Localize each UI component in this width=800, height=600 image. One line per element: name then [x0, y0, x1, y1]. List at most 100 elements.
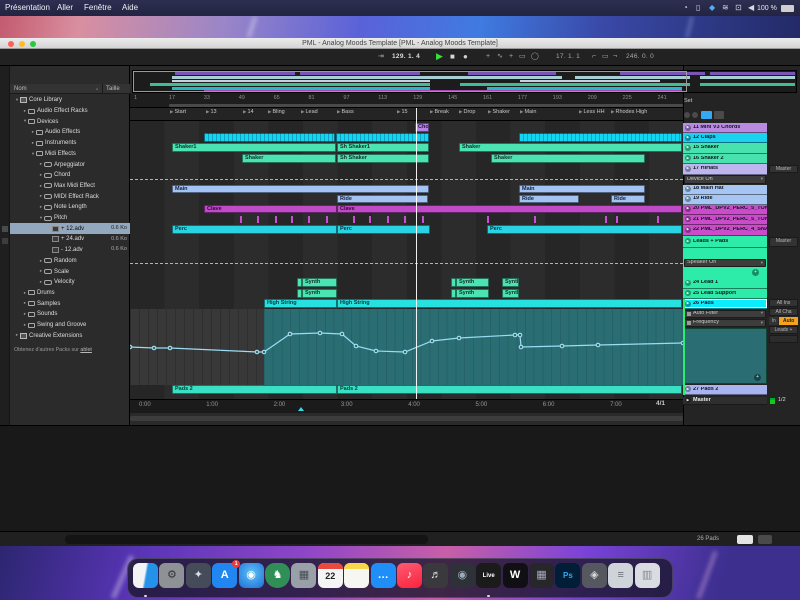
clip-item[interactable]: [204, 133, 335, 142]
arrangement-position[interactable]: 129. 1. 4: [392, 54, 420, 61]
device-chooser-speaker-on[interactable]: Speaker On▾: [684, 259, 766, 268]
locator-bass[interactable]: ▶Bass: [337, 110, 354, 116]
track-activator-icon[interactable]: ▶: [685, 280, 691, 286]
dock-icon-ableton-live[interactable]: Live: [476, 563, 501, 588]
dock-icon-trash[interactable]: ▥: [635, 563, 660, 588]
browser-bookmark-icon[interactable]: [2, 226, 8, 232]
track-activator-icon[interactable]: ▶: [685, 125, 691, 131]
perc-hit-clip[interactable]: [257, 216, 259, 223]
clip-pads-2[interactable]: Pads 2: [337, 385, 682, 394]
perc-hit-clip[interactable]: [487, 216, 489, 223]
clip-ride[interactable]: Ride: [519, 195, 579, 204]
browser-item-swing-and-groove[interactable]: ▸Swing and Groove: [10, 320, 130, 331]
track-activator-icon[interactable]: ▶: [685, 196, 691, 202]
midi-keyboard-indicator[interactable]: [737, 535, 753, 544]
locator-main[interactable]: ▶Main: [520, 110, 536, 116]
track-header-24-lead-1[interactable]: ▶24 Lead 1: [683, 278, 767, 289]
device-on-automation-line[interactable]: [130, 179, 683, 180]
clip-synth[interactable]: Synth: [302, 278, 337, 287]
time-signature[interactable]: 4/1: [656, 401, 665, 408]
browser-tag-icon[interactable]: [2, 238, 8, 244]
track-activator-icon[interactable]: ▶: [685, 238, 691, 244]
track-activator-icon[interactable]: ▶: [685, 227, 691, 233]
airplay-icon[interactable]: ⊡: [735, 4, 742, 12]
clip-main[interactable]: Main: [172, 185, 429, 194]
record-button[interactable]: ●: [463, 53, 468, 61]
browser-item-instruments[interactable]: ▸Instruments: [10, 138, 130, 149]
track-header-11-mini-v3-chords[interactable]: ▶11 Mini V3 Chords: [683, 123, 767, 133]
clip-synth[interactable]: Synth: [502, 289, 519, 298]
browser-item-arpeggiator[interactable]: ▸Arpeggiator: [10, 159, 130, 170]
locator-shaker[interactable]: ▶Shaker: [488, 110, 510, 116]
track-header-19-ride[interactable]: ▶19 Ride: [683, 195, 767, 205]
midi-arrangement-overdub-icon[interactable]: ∿: [497, 53, 503, 60]
browser-item-velocity[interactable]: ▸Velocity: [10, 277, 130, 288]
locator-rhodes-high[interactable]: ▶Rhodes High: [611, 110, 647, 116]
browser-footer-link[interactable]: ablet: [80, 347, 92, 353]
perc-hit-clip[interactable]: [534, 216, 536, 223]
volume-icon[interactable]: ◀: [748, 4, 754, 12]
display-icon[interactable]: ▯: [696, 4, 700, 12]
track-activator-icon[interactable]: ▶: [685, 206, 691, 212]
track-activator-icon[interactable]: ▶: [685, 386, 691, 392]
dock-icon-plugin[interactable]: ◈: [582, 563, 607, 588]
horizontal-scrollbar[interactable]: [130, 416, 683, 421]
loop-brace[interactable]: [169, 104, 683, 107]
dock-icon-waves[interactable]: W: [503, 563, 528, 588]
clip-shaker[interactable]: Shaker: [491, 154, 645, 163]
clip-pads-2[interactable]: Pads 2: [172, 385, 337, 394]
browser-item-midi-effects[interactable]: ▾Midi Effects: [10, 149, 130, 160]
track-header-leads-pads[interactable]: ▶Leads + Pads: [683, 236, 767, 249]
track-header-22-pml-dpv2-perc-4-snap-00[interactable]: ▶22 PML_DPV2_PERC_4_SNAP_00: [683, 225, 767, 236]
clip-synth[interactable]: Synth: [302, 289, 337, 298]
output-routing-master[interactable]: Master: [769, 165, 798, 173]
clip-shaker[interactable]: Shaker: [242, 154, 336, 163]
insert-marker-icon[interactable]: [298, 407, 304, 411]
locator-14[interactable]: ▶14: [243, 110, 254, 116]
track-header-21-pml-dpv2-perc-5-tonal[interactable]: ▶21 PML_DPV2_PERC_5_TONAL_: [683, 215, 767, 226]
browser-item-sounds[interactable]: ▸Sounds: [10, 309, 130, 320]
perc-hit-clip[interactable]: [326, 216, 328, 223]
browser-item-24-adv[interactable]: + 24.adv0.6 Ko: [10, 234, 130, 245]
speaker-on-automation-line[interactable]: [130, 263, 683, 264]
clip-ride[interactable]: Ride: [337, 195, 428, 204]
clip-synth[interactable]: Synth: [456, 289, 489, 298]
device-chooser-device-on[interactable]: Device On▾: [684, 175, 766, 184]
track-header-16-shaker-2[interactable]: ▶16 Shaker 2: [683, 154, 767, 165]
header-return-toggle-icon[interactable]: [692, 112, 698, 118]
locator-start[interactable]: ▶Start: [170, 110, 186, 116]
dock-icon-photoshop[interactable]: Ps: [555, 563, 580, 588]
playhead[interactable]: [416, 108, 417, 399]
browser-item-chord[interactable]: ▸Chord: [10, 170, 130, 181]
header-io-toggle-icon[interactable]: [684, 112, 690, 118]
dock-icon-folder-documents[interactable]: ≡: [608, 563, 633, 588]
dock-icon-messages[interactable]: …: [371, 563, 396, 588]
clip-chor[interactable]: Chor: [415, 123, 429, 132]
clip-perc[interactable]: Perc: [487, 225, 682, 234]
track-activator-icon[interactable]: ▶: [685, 155, 691, 161]
sort-icon[interactable]: ▵: [96, 87, 98, 92]
add-automation-lane-button[interactable]: +: [752, 269, 759, 276]
follow-icon[interactable]: ⇥: [378, 53, 384, 60]
overview-viewport[interactable]: [133, 71, 687, 93]
output-routing-chooser[interactable]: Leads +: [769, 326, 798, 334]
browser-size-column[interactable]: Taille: [106, 86, 120, 92]
locator-13[interactable]: ▶13: [206, 110, 217, 116]
perc-hit-clip[interactable]: [404, 216, 406, 223]
clip-shaker[interactable]: Shaker: [459, 143, 682, 152]
browser-item-audio-effect-racks[interactable]: ▸Audio Effect Racks: [10, 106, 130, 117]
dock-icon-finder[interactable]: [133, 563, 158, 588]
loop-start[interactable]: 17. 1. 1: [556, 54, 580, 61]
time-machine-icon[interactable]: ◔: [683, 4, 688, 12]
stop-button[interactable]: ■: [450, 53, 455, 61]
locator-drop[interactable]: ▶Drop: [459, 110, 475, 116]
track-header-25-lead-support[interactable]: ▶25 Lead Support: [683, 289, 767, 300]
track-activator-icon[interactable]: ▶: [685, 290, 691, 296]
add-lane-button[interactable]: +: [754, 374, 761, 381]
track-activator-icon[interactable]: ▶: [685, 166, 691, 172]
browser-item-creative-extensions[interactable]: ▸Creative Extensions: [10, 330, 130, 341]
track-activator-icon[interactable]: ▶: [685, 186, 691, 192]
perc-hit-clip[interactable]: [369, 216, 371, 223]
network-icon[interactable]: ◆: [709, 4, 715, 12]
browser-item-12-adv[interactable]: - 12.adv0.6 Ko: [10, 245, 130, 256]
